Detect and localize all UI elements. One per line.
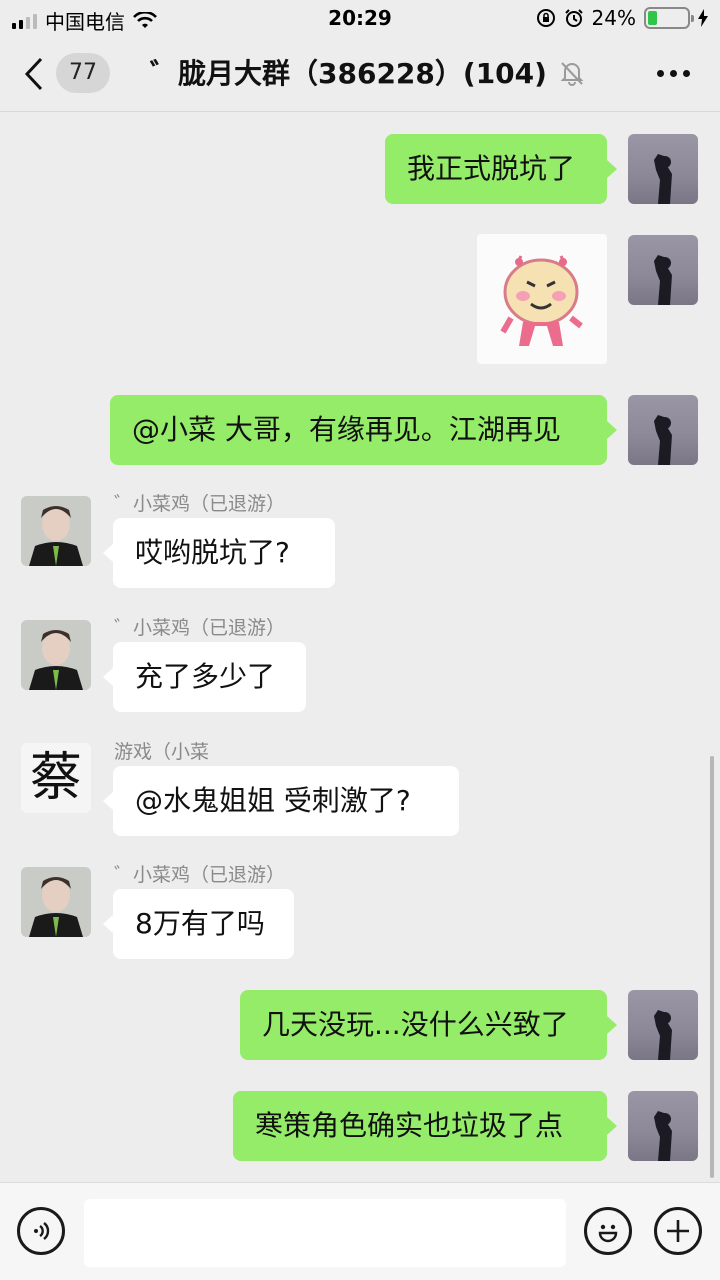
scrollbar[interactable]: [710, 756, 714, 1178]
friend-avatar[interactable]: [21, 496, 91, 566]
status-right: 24%: [536, 6, 708, 30]
back-button[interactable]: [24, 54, 54, 94]
self-avatar[interactable]: [628, 134, 698, 204]
avatar-character: 蔡: [29, 748, 82, 808]
charging-icon: [698, 9, 708, 27]
self-avatar[interactable]: [628, 990, 698, 1060]
self-avatar[interactable]: [628, 395, 698, 465]
status-bar: 中国电信 20:29 24%: [0, 0, 720, 36]
more-dots-icon: [657, 70, 664, 77]
voice-icon: [34, 1222, 50, 1240]
sender-name: ゛小菜鸡（已退游）: [114, 493, 286, 515]
self-avatar[interactable]: [628, 235, 698, 305]
message-bubble[interactable]: 我正式脱坑了: [385, 134, 617, 204]
message-bubble[interactable]: 8万有了吗: [103, 889, 294, 959]
self-avatar[interactable]: [628, 1091, 698, 1161]
message-bubble[interactable]: 寒策角色确实也垃圾了点: [233, 1091, 617, 1161]
plus-button[interactable]: [654, 1207, 702, 1255]
battery-fill: [648, 11, 658, 25]
message-bubble[interactable]: @水鬼姐姐 受刺激了?: [103, 766, 459, 836]
friend-avatar[interactable]: [21, 867, 91, 937]
friend-avatar[interactable]: [21, 620, 91, 690]
input-bar: [0, 1182, 720, 1280]
message-input[interactable]: [84, 1199, 566, 1267]
message-bubble[interactable]: 几天没玩...没什么兴致了: [240, 990, 617, 1060]
unread-count-badge[interactable]: 77: [56, 53, 110, 93]
sender-name: ゛小菜鸡（已退游）: [114, 617, 286, 639]
mute-bell-icon: [560, 62, 584, 86]
sender-name: 游戏（小菜: [114, 741, 210, 763]
chat-title: ゛胧月大群（386228）(104): [150, 57, 547, 90]
message-bubble[interactable]: 哎哟脱坑了?: [103, 518, 335, 588]
plus-icon: [667, 1220, 689, 1242]
battery-icon: [644, 7, 694, 29]
rotation-lock-icon: [536, 9, 555, 27]
chat-header: 77 ゛胧月大群（386228）(104): [0, 36, 720, 112]
emoji-icon: [598, 1224, 618, 1243]
message-bubble[interactable]: @小菜 大哥，有缘再见。江湖再见: [110, 395, 617, 465]
battery-percent: 24%: [591, 6, 636, 30]
back-chevron-icon: [24, 57, 43, 91]
alarm-icon: [564, 9, 583, 27]
emoji-button[interactable]: [584, 1207, 632, 1255]
friend-avatar-calligraphy[interactable]: 蔡: [21, 743, 91, 813]
pink-monster-sticker[interactable]: [477, 234, 607, 364]
message-bubble[interactable]: 充了多少了: [103, 642, 306, 712]
sender-name: ゛小菜鸡（已退游）: [114, 864, 286, 886]
more-options-button[interactable]: [657, 62, 690, 85]
voice-button[interactable]: [17, 1207, 65, 1255]
